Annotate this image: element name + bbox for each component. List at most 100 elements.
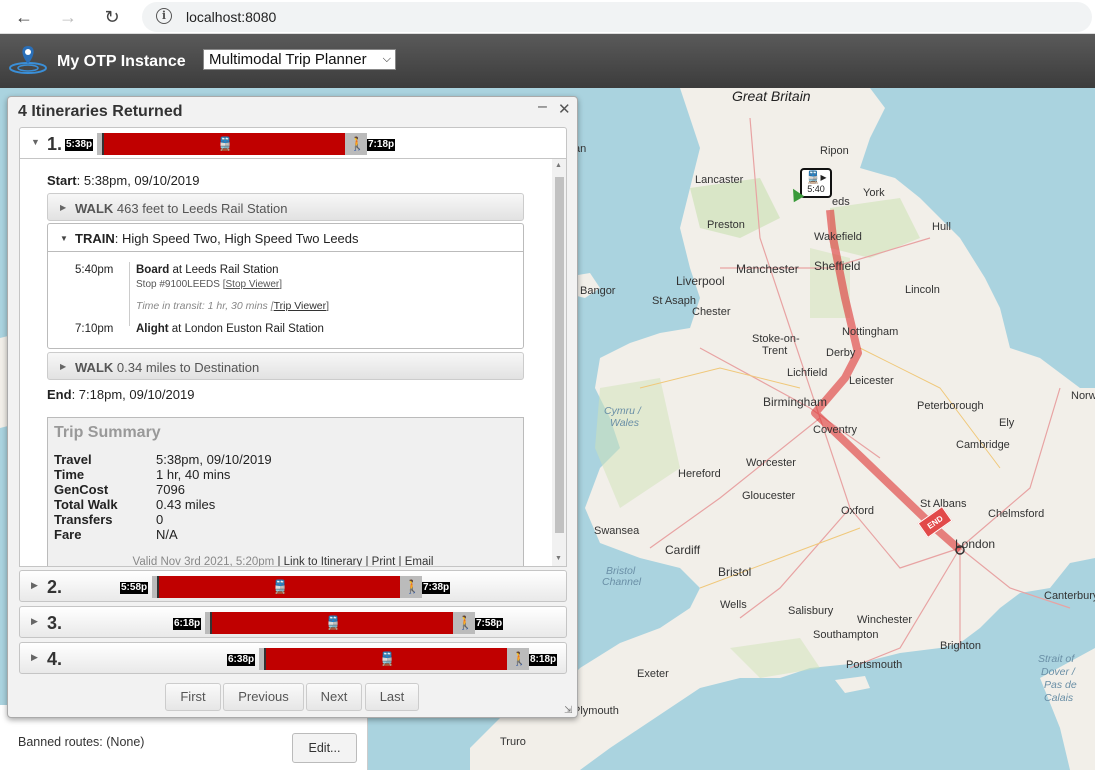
triangle-right-icon: ▶ — [31, 652, 38, 662]
itinerary-header-4[interactable]: ▶ 4. 6:38p 🚆 🚶 8:18p — [19, 642, 567, 674]
map-label-winchester: Winchester — [857, 614, 913, 626]
map-label-brighton: Brighton — [940, 640, 981, 652]
map-label-cymru: Cymru / — [604, 405, 641, 417]
map-label-ripon: Ripon — [820, 145, 849, 157]
chevron-down-icon: ⌵ — [382, 53, 391, 65]
next-button[interactable]: Next — [306, 683, 362, 711]
bracket: ] — [279, 279, 283, 290]
mode-select[interactable]: Multimodal Trip Planner ⌵ — [203, 49, 396, 70]
start-label: Start — [47, 173, 77, 188]
minimize-icon[interactable]: – — [538, 98, 547, 116]
timeline-train-leg: 🚆 — [102, 133, 345, 155]
summary-value: 7096 — [156, 482, 185, 497]
walk-icon: 🚶 — [511, 651, 528, 666]
walk-icon: 🚶 — [349, 136, 366, 151]
bracket: ] — [326, 300, 330, 312]
itinerary-header-2[interactable]: ▶ 2. 5:58p 🚆 🚶 7:38p — [19, 570, 567, 602]
transit-line: Time in transit: 1 hr, 30 mins [Trip Vie… — [136, 300, 329, 312]
triangle-right-icon: ▶ — [31, 616, 38, 626]
triangle-right-icon: ▶ — [60, 362, 67, 371]
close-icon[interactable]: ✕ — [558, 100, 571, 118]
map-label-trent: Trent — [762, 345, 788, 357]
itinerary-timeline: 6:38p 🚆 🚶 8:18p — [227, 648, 567, 670]
summary-value: 1 hr, 40 mins — [156, 467, 231, 482]
start-marker-time: 5:40 — [807, 184, 825, 194]
timeline-start: 6:18p — [173, 618, 202, 630]
train-icon: 🚆 — [325, 615, 342, 630]
scroll-down-icon[interactable]: ▼ — [555, 555, 562, 562]
scrollbar[interactable]: ▲ ▼ — [552, 159, 566, 566]
map-label-lincoln: Lincoln — [905, 284, 940, 296]
itinerary-number: 1. — [47, 134, 63, 154]
stop-viewer-link[interactable]: Stop Viewer — [226, 279, 280, 290]
itinerary-header-1[interactable]: ▼ 1. 5:38p 🚆 🚶 7:18p — [19, 127, 567, 159]
start-marker[interactable]: 🚆▸ 5:40 — [800, 168, 832, 198]
alight-label: Alight — [136, 323, 169, 335]
walk-leg-1[interactable]: ▶ WALK 463 feet to Leeds Rail Station — [47, 193, 524, 221]
print-link[interactable]: Print — [372, 556, 396, 566]
train-icon: 🚆▸ — [805, 170, 827, 184]
map-label-chelmsford: Chelmsford — [988, 508, 1045, 520]
timeline-start: 5:38p — [65, 139, 94, 151]
map-label-canterbury: Canterbury — [1044, 590, 1095, 602]
scroll-up-icon[interactable]: ▲ — [555, 162, 562, 169]
timeline-start: 5:58p — [120, 582, 149, 594]
map-label-peterborough: Peterborough — [917, 400, 984, 412]
map-label-manchester: Manchester — [736, 262, 799, 276]
app-title: My OTP Instance — [57, 53, 186, 70]
edit-banned-button[interactable]: Edit... — [292, 733, 357, 763]
timeline-end: 8:18p — [529, 654, 558, 666]
timeline-train-leg: 🚆 — [264, 648, 507, 670]
alight-line: Alight at London Euston Rail Station — [136, 323, 324, 335]
summary-key: Fare — [54, 527, 82, 542]
map-label-exeter: Exeter — [637, 668, 669, 680]
scroll-thumb[interactable] — [555, 177, 564, 533]
link-to-itinerary[interactable]: Link to Itinerary — [284, 556, 363, 566]
map-label-stoke: Stoke-on- — [752, 333, 800, 345]
walk-text: 0.34 miles to Destination — [116, 360, 260, 375]
email-link[interactable]: Email — [405, 556, 434, 566]
itinerary-detail: Start: 5:38pm, 09/10/2019 ▶ WALK 463 fee… — [19, 159, 567, 567]
map-label-york: York — [863, 187, 885, 199]
back-arrow-icon[interactable]: ← — [12, 5, 36, 29]
triangle-right-icon: ▶ — [60, 203, 67, 212]
summary-key: Travel — [54, 452, 92, 467]
itinerary-number: 3. — [47, 613, 63, 633]
itinerary-timeline: 5:38p 🚆 🚶 7:18p — [65, 133, 405, 155]
map-label-ely: Ely — [999, 417, 1015, 429]
map-label-wakefield: Wakefield — [814, 231, 862, 243]
previous-button[interactable]: Previous — [223, 683, 304, 711]
map-label-liverpool: Liverpool — [676, 274, 725, 288]
timeline-train-leg: 🚆 — [210, 612, 453, 634]
map-label-norwich: Norw — [1071, 390, 1095, 402]
train-icon: 🚆 — [217, 136, 234, 151]
info-icon[interactable]: i — [156, 8, 172, 24]
forward-arrow-icon[interactable]: → — [56, 5, 80, 29]
map-label-nottingham: Nottingham — [842, 326, 899, 338]
first-button[interactable]: First — [165, 683, 221, 711]
map-label-salisbury: Salisbury — [788, 605, 834, 617]
itinerary-number: 4. — [47, 649, 63, 669]
map-label-lichfield: Lichfield — [787, 367, 828, 379]
reload-icon[interactable]: ↻ — [100, 5, 124, 29]
board-stop: Stop #9100LEEDS [ — [136, 279, 226, 290]
address-bar[interactable]: i localhost:8080 — [142, 2, 1092, 32]
map-label-worcester: Worcester — [746, 457, 796, 469]
map-label-cardiff: Cardiff — [665, 543, 701, 557]
transit-time: Time in transit: 1 hr, 30 mins [ — [136, 300, 274, 312]
map-label-southampton: Southampton — [813, 629, 879, 641]
map-label-leeds: eds — [832, 196, 850, 208]
map-label-leicester: Leicester — [849, 375, 894, 387]
end-label: End — [47, 387, 72, 402]
triangle-down-icon: ▼ — [31, 137, 40, 147]
map-label-strait1: Strait of — [1038, 653, 1075, 665]
walk-mode: WALK — [75, 360, 114, 375]
url-text[interactable]: localhost:8080 — [186, 9, 276, 25]
last-button[interactable]: Last — [365, 683, 419, 711]
train-leg-header[interactable]: ▼ TRAIN: High Speed Two, High Speed Two … — [48, 224, 523, 252]
banned-routes-label: Banned routes: (None) — [18, 735, 145, 749]
walk-leg-2[interactable]: ▶ WALK 0.34 miles to Destination — [47, 352, 524, 380]
resize-handle-icon[interactable]: ⇲ — [564, 705, 572, 716]
itinerary-header-3[interactable]: ▶ 3. 6:18p 🚆 🚶 7:58p — [19, 606, 567, 638]
trip-viewer-link[interactable]: Trip Viewer — [274, 300, 327, 312]
